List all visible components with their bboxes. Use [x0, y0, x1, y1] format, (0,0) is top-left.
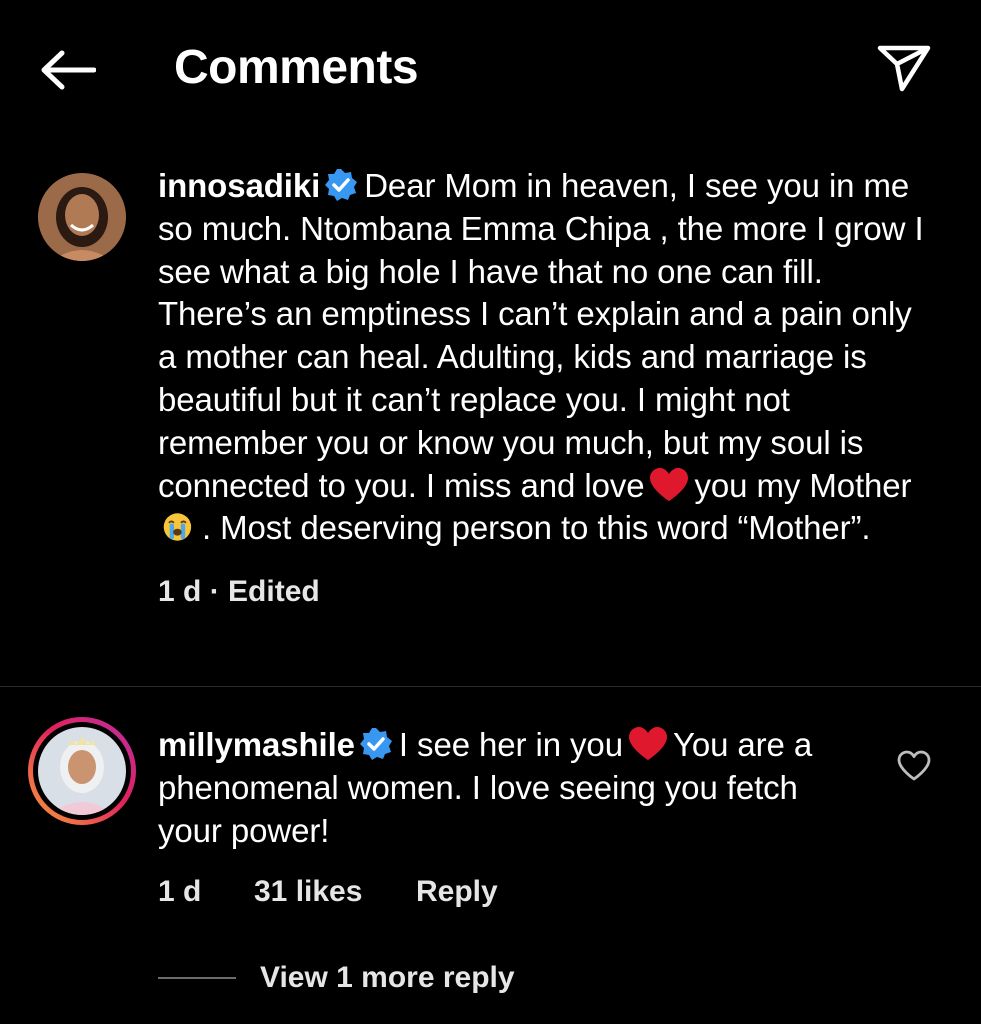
avatar-ring-inner: [33, 722, 131, 820]
page-title: Comments: [174, 41, 419, 94]
verified-badge-icon: [325, 169, 358, 201]
comments-screen: Comments innosadiki Dear Mom in heaven, I…: [0, 0, 981, 1024]
comment-body: millymashile I see her in you You are a ph…: [158, 724, 858, 912]
username[interactable]: millymashile: [158, 726, 355, 763]
crying-face-icon: [163, 513, 192, 542]
red-heart-icon: [628, 727, 667, 760]
caption-text-part-3: . Most deserving person to this word “Mo…: [202, 509, 871, 547]
caption-text-part-2: you my Mother: [694, 466, 912, 504]
heart-outline-icon: [897, 750, 931, 781]
replies-line: [158, 977, 236, 979]
likes-count[interactable]: 31 likes: [254, 872, 416, 912]
avatar[interactable]: [28, 717, 136, 825]
caption-body: innosadiki Dear Mom in heaven, I see you …: [158, 165, 938, 612]
view-more-replies-button[interactable]: View 1 more reply: [158, 958, 515, 998]
profile-photo-image: [38, 727, 126, 815]
divider: [0, 686, 981, 687]
back-button[interactable]: [34, 42, 100, 98]
timestamp: 1 d: [158, 575, 202, 609]
comment-meta: 1 d 31 likes Reply: [158, 872, 858, 912]
arrow-left-icon: [41, 50, 96, 90]
like-button[interactable]: [896, 748, 932, 784]
comment-text-part-1: I see her in you: [398, 726, 623, 763]
view-more-replies-label: View 1 more reply: [260, 961, 515, 994]
red-heart-icon: [650, 467, 689, 501]
header: Comments: [0, 0, 981, 136]
paper-plane-icon: [877, 45, 931, 92]
caption-text-part-1: Dear Mom in heaven, I see you in me so m…: [158, 167, 924, 504]
profile-photo: [38, 173, 126, 261]
comment-text: millymashile I see her in you You are a ph…: [158, 724, 858, 852]
caption-text: innosadiki Dear Mom in heaven, I see you …: [158, 165, 938, 550]
timestamp: 1 d: [158, 875, 202, 909]
avatar[interactable]: [38, 173, 126, 261]
reply-button[interactable]: Reply: [416, 872, 498, 912]
edited-label: Edited: [228, 575, 320, 609]
profile-photo: [38, 727, 126, 815]
share-button[interactable]: [872, 40, 936, 96]
verified-badge-icon: [359, 728, 392, 760]
caption-meta: 1 d · Edited: [158, 572, 938, 612]
separator: ·: [201, 575, 229, 609]
username[interactable]: innosadiki: [158, 167, 320, 204]
